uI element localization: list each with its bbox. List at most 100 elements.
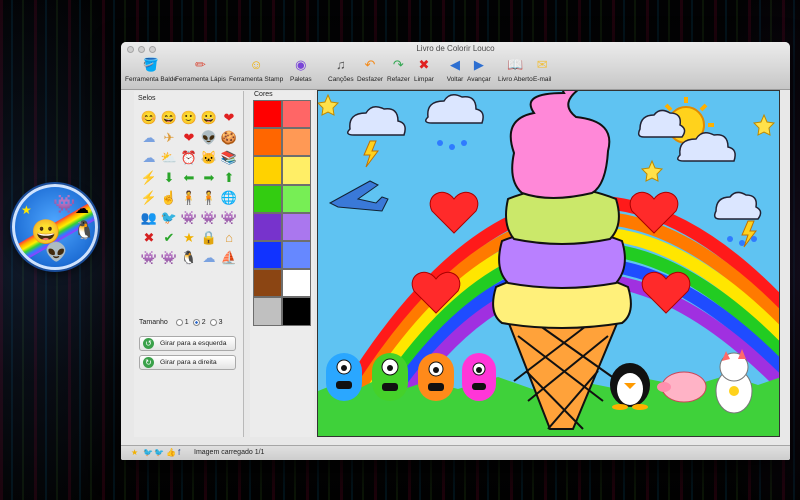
monster-icon[interactable]: 👾 xyxy=(139,248,159,268)
color-swatch[interactable] xyxy=(253,297,282,326)
arrow-down-icon[interactable]: ⬇ xyxy=(159,168,179,188)
rotate-left-button[interactable]: ↺ Girar para a esquerda xyxy=(139,336,236,351)
size-label: Tamanho xyxy=(139,319,168,327)
arrow-up-icon[interactable]: ⬆ xyxy=(219,168,239,188)
color-swatch[interactable] xyxy=(282,297,311,326)
hand-icon[interactable]: ☝ xyxy=(159,188,179,208)
lightning-icon[interactable]: ⚡ xyxy=(139,168,159,188)
color-swatch[interactable] xyxy=(282,212,311,241)
email-icon: ✉ xyxy=(536,57,548,72)
star-icon[interactable]: ★ xyxy=(179,228,199,248)
color-swatch[interactable] xyxy=(282,128,311,157)
person-icon[interactable]: 🧍 xyxy=(199,188,219,208)
house-icon[interactable]: ⌂ xyxy=(219,228,239,248)
smiley-icon[interactable]: 😄 xyxy=(159,108,179,128)
radio-button[interactable] xyxy=(192,319,200,326)
cloud-icon: ☁ xyxy=(75,200,89,216)
monster-icon[interactable]: 👾 xyxy=(219,208,239,228)
toolbar-stamp-smiley-button[interactable]: ☺ Ferramenta Stamp xyxy=(229,56,283,83)
bird-icon[interactable]: 🐦 xyxy=(159,208,179,228)
monster-icon[interactable]: 👾 xyxy=(159,248,179,268)
color-swatch[interactable] xyxy=(253,212,282,241)
toolbar-music-note-button[interactable]: ♫ Canções xyxy=(328,56,354,83)
rotate-left-icon: ↺ xyxy=(143,338,154,349)
cloud-icon[interactable]: ☁ xyxy=(139,148,159,168)
toolbar-back-arrow-button[interactable]: ◀ Voltar xyxy=(446,56,464,83)
star-icon[interactable]: ★ xyxy=(131,449,138,457)
red-x-icon[interactable]: ✖ xyxy=(139,228,159,248)
size-option-2[interactable]: 2 xyxy=(192,319,206,326)
penguin-icon[interactable]: 🐧 xyxy=(179,248,199,268)
lock-icon[interactable]: 🔒 xyxy=(199,228,219,248)
toolbar-label: Canções xyxy=(328,76,354,83)
arrow-right-icon[interactable]: ➡ xyxy=(199,168,219,188)
radio-button[interactable] xyxy=(209,319,217,326)
toolbar-forward-arrow-button[interactable]: ▶ Avançar xyxy=(467,56,491,83)
toolbar-email-button[interactable]: ✉ E-mail xyxy=(533,56,551,83)
rotate-right-label: Girar para a direita xyxy=(160,359,217,366)
airplane-icon[interactable]: ✈ xyxy=(159,128,179,148)
toolbar-open-book-button[interactable]: 📖 Livro Aberto xyxy=(498,56,533,83)
color-swatch[interactable] xyxy=(253,269,282,298)
size-radios: 1 2 3 xyxy=(175,319,223,326)
cloud-icon[interactable]: ☁ xyxy=(199,248,219,268)
people-icon[interactable]: 👥 xyxy=(139,208,159,228)
smiley-icon[interactable]: 😊 xyxy=(139,108,159,128)
drawing-canvas[interactable] xyxy=(317,90,780,437)
person-icon[interactable]: 🧍 xyxy=(179,188,199,208)
color-swatch[interactable] xyxy=(282,184,311,213)
toolbar-pencils-button[interactable]: ✏ Ferramenta Lápis xyxy=(175,56,226,83)
color-swatch[interactable] xyxy=(282,240,311,270)
alien-icon[interactable]: 👽 xyxy=(199,128,219,148)
smiley-icon[interactable]: 🙂 xyxy=(179,108,199,128)
check-icon[interactable]: ✔ xyxy=(159,228,179,248)
cloud-rain-icon[interactable]: ☁ xyxy=(139,128,159,148)
monster-icon[interactable]: 👾 xyxy=(199,208,219,228)
heart-icon[interactable]: ❤ xyxy=(219,108,239,128)
color-swatch[interactable] xyxy=(253,100,282,129)
color-swatch[interactable] xyxy=(282,100,311,129)
radio-button[interactable] xyxy=(175,319,183,326)
rotate-right-button[interactable]: ↻ Girar para a direita xyxy=(139,355,236,370)
smiley-icon[interactable]: 😀 xyxy=(199,108,219,128)
sailboat-icon[interactable]: ⛵ xyxy=(219,248,239,268)
toolbar-undo-button[interactable]: ↶ Desfazer xyxy=(357,56,383,83)
size-option-3[interactable]: 3 xyxy=(209,319,223,326)
lightning-icon[interactable]: ⚡ xyxy=(139,188,159,208)
twitter-icon[interactable]: 🐦 xyxy=(154,449,164,457)
heart-icon[interactable]: ❤ xyxy=(179,128,199,148)
toolbar-palette-button[interactable]: ◉ Paletas xyxy=(290,56,312,83)
ice-cream xyxy=(492,91,632,430)
toolbar-redo-button[interactable]: ↷ Refazer xyxy=(387,56,410,83)
color-swatch[interactable] xyxy=(253,156,282,185)
cloud-sun-icon[interactable]: ⛅ xyxy=(159,148,179,168)
toolbar-bucket-button[interactable]: 🪣 Ferramenta Balde xyxy=(125,56,177,83)
color-swatch[interactable] xyxy=(282,269,311,298)
color-swatch[interactable] xyxy=(253,240,282,270)
monster-icon[interactable]: 👾 xyxy=(179,208,199,228)
cookie-icon[interactable]: 🍪 xyxy=(219,128,239,148)
color-swatch[interactable] xyxy=(253,128,282,157)
toolbar-label: Limpar xyxy=(414,76,434,83)
rotate-left-label: Girar para a esquerda xyxy=(160,340,227,347)
forward-arrow-icon: ▶ xyxy=(473,57,484,72)
size-option-1[interactable]: 1 xyxy=(175,319,189,326)
stamp-smiley-icon: ☺ xyxy=(249,57,263,72)
stamps-panel: Selos 😊 😄 🙂 😀 ❤ ☁ ✈ ❤ 👽 🍪 ☁ ⛅ ⏰ 🐱 📚 ⚡ ⬇ ⬅ ➡ ⬆ ⚡ ☝ 🧍 🧍 🌐 👥 🐦 👾 👾 👾 ✖ ✔ ★ 🔒… xyxy=(134,91,244,437)
cat-icon[interactable]: 🐱 xyxy=(199,148,219,168)
like-icon[interactable]: 👍 xyxy=(166,449,176,457)
color-swatch[interactable] xyxy=(253,184,282,213)
alarm-clock-icon[interactable]: ⏰ xyxy=(179,148,199,168)
arrow-left-icon[interactable]: ⬅ xyxy=(179,168,199,188)
toolbar-label: Voltar xyxy=(446,76,464,83)
status-text: Imagem carregado 1/1 xyxy=(194,449,265,456)
globe-icon[interactable]: 🌐 xyxy=(219,188,239,208)
music-note-icon: ♫ xyxy=(335,57,346,72)
color-swatch[interactable] xyxy=(282,156,311,185)
stamp-grid: 😊 😄 🙂 😀 ❤ ☁ ✈ ❤ 👽 🍪 ☁ ⛅ ⏰ 🐱 📚 ⚡ ⬇ ⬅ ➡ ⬆ ⚡ ☝ 🧍 🧍 🌐 👥 🐦 👾 👾 👾 ✖ ✔ ★ 🔒 ⌂ 👾 👾 🐧 ☁ ⛵ xyxy=(139,108,239,268)
toolbar-clear-x-button[interactable]: ✖ Limpar xyxy=(414,56,434,83)
star-icon: ★ xyxy=(21,203,32,217)
facebook-icon[interactable]: f xyxy=(178,449,180,457)
twitter-icon[interactable]: 🐦 xyxy=(143,449,153,457)
books-icon[interactable]: 📚 xyxy=(219,148,239,168)
